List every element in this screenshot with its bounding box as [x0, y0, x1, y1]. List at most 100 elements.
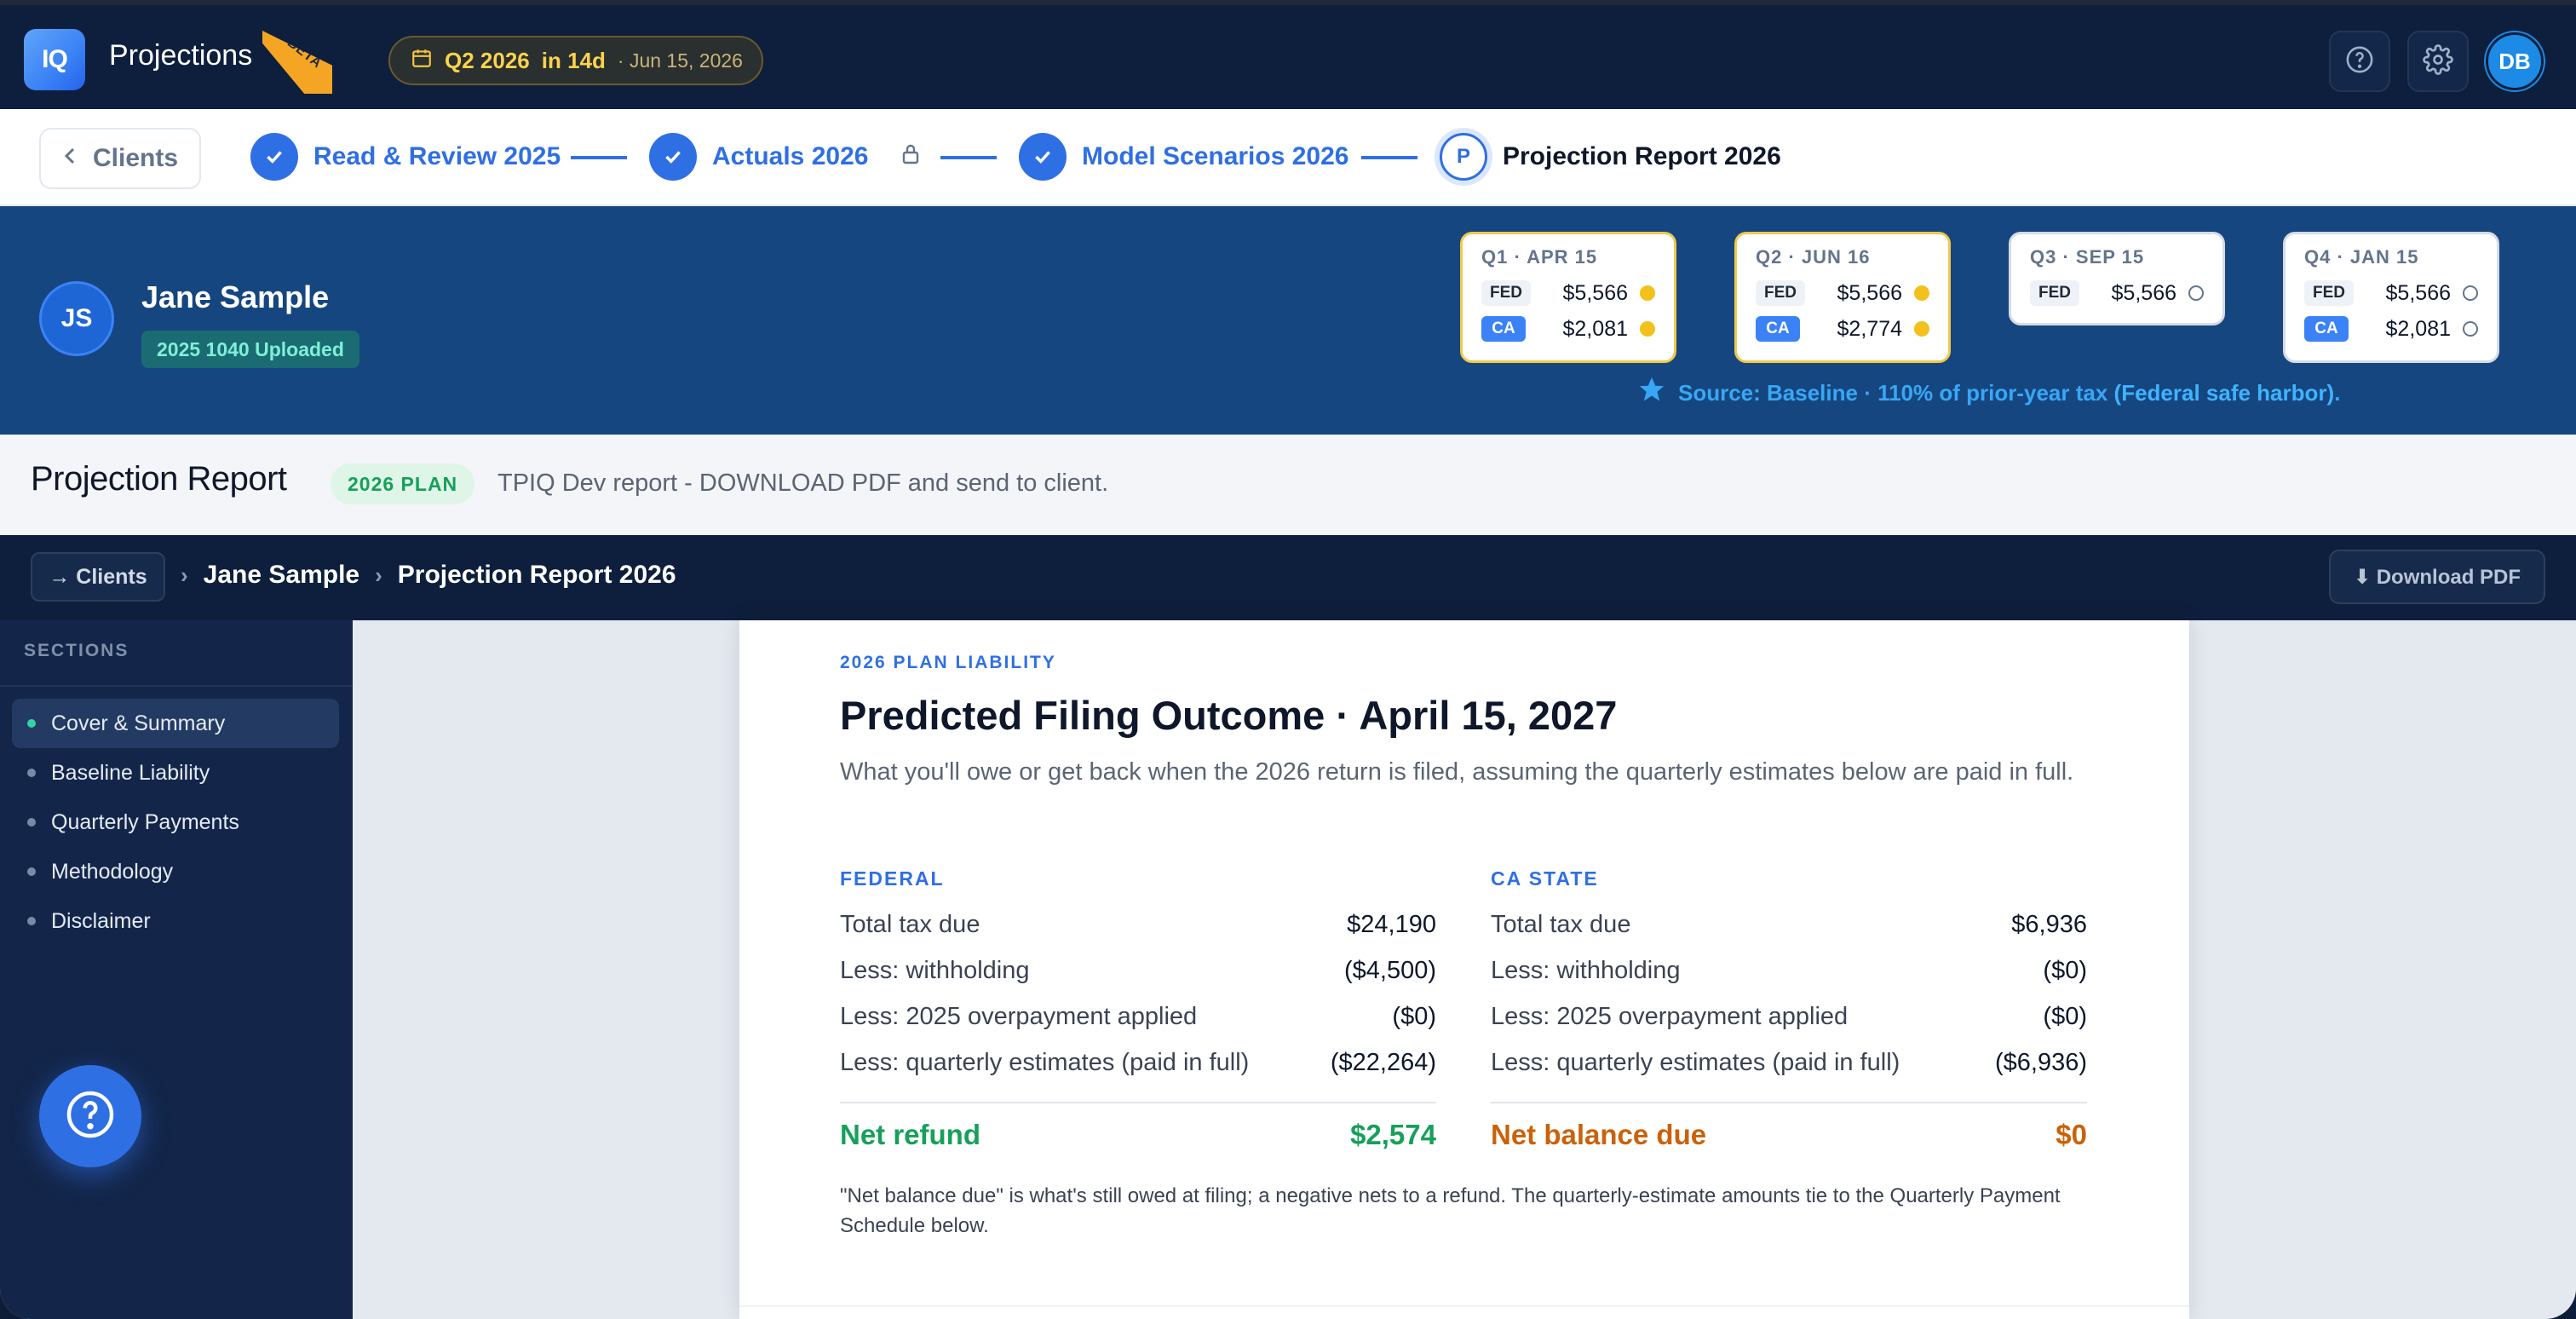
- bullet-icon: [27, 867, 36, 876]
- page-title: Projection Report: [31, 460, 287, 498]
- source-emphasis: (Federal safe harbor): [2113, 380, 2335, 406]
- quarter-header: Q4 · JAN 15: [2304, 246, 2419, 268]
- breadcrumb-separator: ›: [181, 562, 188, 588]
- app-logo[interactable]: IQ: [24, 29, 85, 90]
- step-model-scenarios[interactable]: Model Scenarios 2026: [1019, 133, 1348, 181]
- quarter-label: Q2 2026: [445, 47, 530, 73]
- breadcrumb-separator: ›: [375, 562, 382, 588]
- workflow-stepper: Clients Read & Review 2025 Actuals 2026 …: [0, 109, 2576, 206]
- row-value: ($4,500): [1343, 957, 1436, 984]
- sidebar-header: SECTIONS: [24, 641, 129, 660]
- fed-tag: FED: [2304, 280, 2354, 306]
- settings-button[interactable]: [2407, 31, 2469, 92]
- paid-status-dot: [1640, 285, 1655, 301]
- check-icon: [1019, 133, 1067, 181]
- fed-payment-row: FED $5,566: [1481, 275, 1655, 311]
- app-title: Projections: [109, 39, 253, 72]
- ca-tag: CA: [2304, 316, 2349, 342]
- open-status-dot: [2463, 321, 2478, 337]
- back-label: Clients: [92, 144, 179, 172]
- outcome-description: What you'll owe or get back when the 202…: [840, 758, 2074, 786]
- row-value: ($6,936): [1994, 1049, 2087, 1076]
- table-row: Less: 2025 overpayment applied ($0): [840, 1003, 1436, 1049]
- table-row: Total tax due $24,190: [840, 911, 1436, 957]
- quarter-header: Q1 · APR 15: [1481, 246, 1598, 268]
- app-window: IQ Projections BETA Q2 2026 in 14d · Jun…: [0, 0, 2576, 1319]
- quarter-card-q4[interactable]: Q4 · JAN 15 FED $5,566 CA $2,081: [2283, 232, 2499, 363]
- fed-payment-row: FED $5,566: [2030, 275, 2204, 311]
- row-label: Less: 2025 overpayment applied: [1491, 1003, 1849, 1030]
- bullet-icon: [27, 719, 36, 728]
- quarter-card-q2[interactable]: Q2 · JUN 16 FED $5,566 CA $2,774: [1734, 232, 1951, 363]
- client-name: Jane Sample: [141, 279, 330, 314]
- table-row: Less: quarterly estimates (paid in full)…: [840, 1049, 1436, 1095]
- current-step-marker: P: [1440, 133, 1487, 181]
- net-label: Net refund: [840, 1119, 980, 1150]
- fed-amount: $5,566: [2111, 280, 2176, 305]
- lock-icon: [900, 143, 921, 171]
- ca-payment-row: CA $2,081: [2304, 311, 2478, 347]
- table-row: Less: 2025 overpayment applied ($0): [1491, 1003, 2087, 1049]
- table-row: Less: quarterly estimates (paid in full)…: [1491, 1049, 2087, 1095]
- step-connector: [940, 156, 997, 159]
- bullet-icon: [27, 769, 36, 777]
- step-label: Projection Report 2026: [1503, 142, 1781, 170]
- quarter-date: · Jun 15, 2026: [617, 49, 743, 72]
- ca-amount: $2,081: [1562, 316, 1628, 341]
- ca-amount: $2,774: [1837, 316, 1902, 341]
- breadcrumb-client[interactable]: Jane Sample: [204, 561, 359, 590]
- step-label: Read & Review 2025: [313, 142, 561, 170]
- row-label: Less: withholding: [840, 957, 1030, 984]
- sidebar-item-disclaimer[interactable]: Disclaimer: [12, 896, 339, 946]
- fed-amount: $5,566: [2385, 280, 2451, 305]
- check-icon: [250, 133, 298, 181]
- quarter-header: Q3 · SEP 15: [2030, 246, 2145, 268]
- quarter-header: Q2 · JUN 16: [1756, 246, 1871, 268]
- step-projection-report[interactable]: P Projection Report 2026: [1440, 133, 1781, 181]
- sidebar-item-quarterly-payments[interactable]: Quarterly Payments: [12, 798, 339, 847]
- fed-tag: FED: [2030, 280, 2079, 306]
- ca-tag: CA: [1481, 316, 1526, 342]
- step-actuals[interactable]: Actuals 2026: [649, 133, 921, 181]
- federal-net-row: Net refund $2,574: [840, 1119, 1436, 1151]
- sidebar-item-methodology[interactable]: Methodology: [12, 847, 339, 896]
- quarter-card-q1[interactable]: Q1 · APR 15 FED $5,566 CA $2,081: [1460, 232, 1676, 363]
- step-read-review[interactable]: Read & Review 2025: [250, 133, 561, 181]
- calendar-icon: [411, 47, 433, 75]
- estimate-source-note: Source: Baseline · 110% of prior-year ta…: [1637, 375, 2340, 412]
- sidebar-item-baseline-liability[interactable]: Baseline Liability: [12, 748, 339, 798]
- help-button[interactable]: [2329, 31, 2390, 92]
- user-avatar[interactable]: DB: [2486, 32, 2544, 90]
- step-connector: [571, 156, 627, 159]
- net-value: $0: [2056, 1119, 2087, 1150]
- back-to-clients-button[interactable]: Clients: [39, 128, 201, 189]
- divider: [840, 1102, 1436, 1103]
- ca-payment-row: CA $2,774: [1756, 311, 1929, 347]
- fed-tag: FED: [1481, 280, 1531, 306]
- row-label: Less: quarterly estimates (paid in full): [840, 1049, 1250, 1076]
- row-label: Less: 2025 overpayment applied: [840, 1003, 1198, 1030]
- help-fab-button[interactable]: [39, 1065, 141, 1167]
- upload-status-badge: 2025 1040 Uploaded: [141, 331, 359, 368]
- sidebar-item-cover-summary[interactable]: Cover & Summary: [12, 699, 339, 748]
- ca-amount: $2,081: [2385, 316, 2451, 341]
- quarter-card-q3[interactable]: Q3 · SEP 15 FED $5,566: [2009, 232, 2225, 325]
- row-label: Total tax due: [840, 911, 980, 938]
- outcome-footnote: "Net balance due" is what's still owed a…: [840, 1184, 2061, 1237]
- current-quarter-pill[interactable]: Q2 2026 in 14d · Jun 15, 2026: [388, 36, 763, 85]
- row-label: Less: withholding: [1491, 957, 1681, 984]
- federal-column: FEDERAL Total tax due $24,190 Less: withh…: [840, 867, 1436, 1151]
- net-value: $2,574: [1350, 1119, 1436, 1150]
- row-value: $24,190: [1347, 911, 1436, 938]
- section-eyebrow: 2026 PLAN LIABILITY: [840, 653, 1056, 672]
- report-description: TPIQ Dev report - DOWNLOAD PDF and send …: [497, 469, 1109, 497]
- clients-nav-button[interactable]: → Clients: [31, 552, 165, 602]
- row-label: Less: quarterly estimates (paid in full): [1491, 1049, 1900, 1076]
- table-row: Less: withholding ($4,500): [840, 957, 1436, 1003]
- row-value: ($22,264): [1330, 1049, 1436, 1076]
- open-status-dot: [2188, 285, 2204, 301]
- federal-header: FEDERAL: [840, 867, 945, 890]
- row-value: ($0): [2043, 957, 2087, 984]
- state-column: CA STATE Total tax due $6,936 Less: withh…: [1491, 867, 2087, 1151]
- download-pdf-button[interactable]: ⬇ Download PDF: [2329, 550, 2545, 604]
